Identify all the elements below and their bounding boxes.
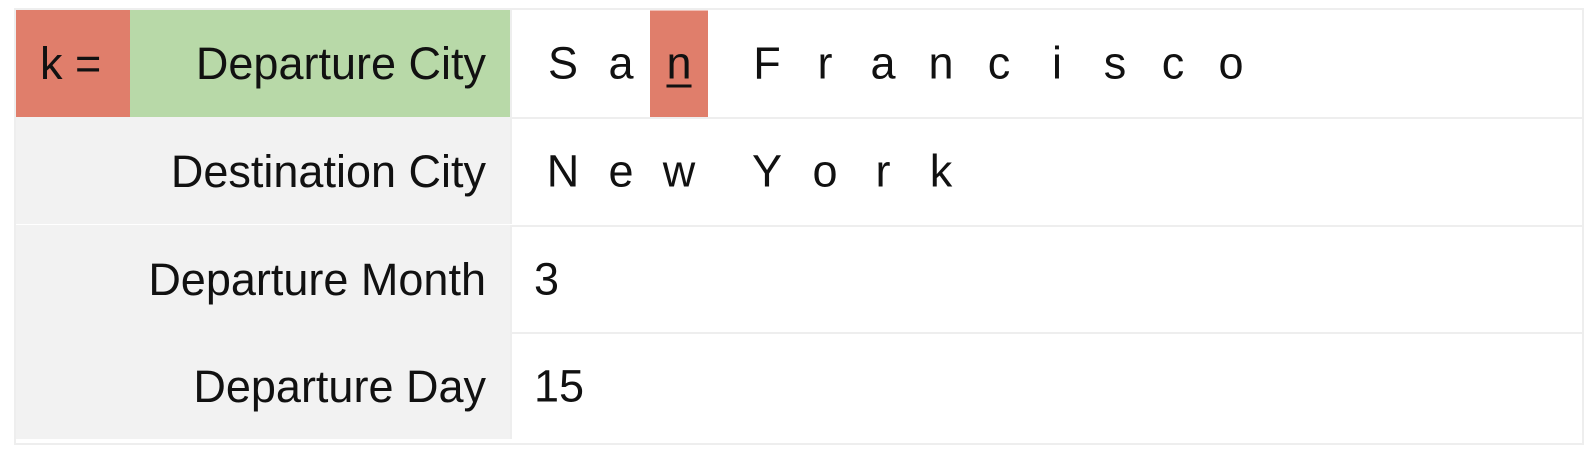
k-marker: k =	[16, 10, 130, 117]
table-row-departure-day: Departure Day 15	[16, 332, 1582, 439]
k-label: k =	[40, 37, 102, 89]
character: r	[875, 145, 891, 197]
slot-value-cell: 15	[510, 332, 1582, 439]
character: e	[608, 145, 634, 197]
slot-value-cell: San Francisco	[510, 10, 1582, 117]
slot-label-cell: Departure Day	[16, 332, 510, 439]
slot-label-cell: Departure Month	[16, 225, 510, 332]
character: i	[1052, 37, 1062, 89]
character: o	[1218, 37, 1244, 89]
table-row-destination-city: Destination City New York	[16, 117, 1582, 224]
character	[708, 119, 738, 224]
character: F	[753, 37, 781, 89]
highlighted-character: n	[650, 10, 708, 117]
character-sequence: New York	[534, 119, 970, 224]
character: c	[1161, 37, 1185, 89]
slot-value-cell: New York	[510, 117, 1582, 224]
slot-label: Departure Month	[148, 253, 486, 305]
character: n	[928, 37, 954, 89]
character: r	[817, 37, 833, 89]
table-row-departure-month: Departure Month 3	[16, 225, 1582, 332]
character	[708, 10, 738, 117]
character: a	[870, 37, 896, 89]
character: Y	[751, 145, 782, 197]
character: S	[547, 37, 578, 89]
character: s	[1103, 37, 1127, 89]
character: a	[608, 37, 634, 89]
table-row-departure-city: k = Departure City San Francisco	[16, 10, 1582, 117]
character: N	[546, 145, 580, 197]
character: k	[929, 145, 953, 197]
slot-value: 3	[534, 253, 560, 305]
slot-value: 15	[534, 360, 585, 412]
slot-label: Departure Day	[193, 360, 486, 412]
slot-table: k = Departure City San Francisco Destina…	[14, 8, 1584, 445]
slot-value-cell: 3	[510, 225, 1582, 332]
slot-label-cell: Destination City	[16, 117, 510, 224]
slot-label: Departure City	[195, 37, 486, 89]
character-sequence: San Francisco	[534, 10, 1260, 117]
character: w	[662, 145, 696, 197]
character: o	[812, 145, 838, 197]
slot-label: Destination City	[170, 145, 486, 197]
slot-label-cell: k = Departure City	[16, 10, 510, 117]
character: c	[987, 37, 1011, 89]
